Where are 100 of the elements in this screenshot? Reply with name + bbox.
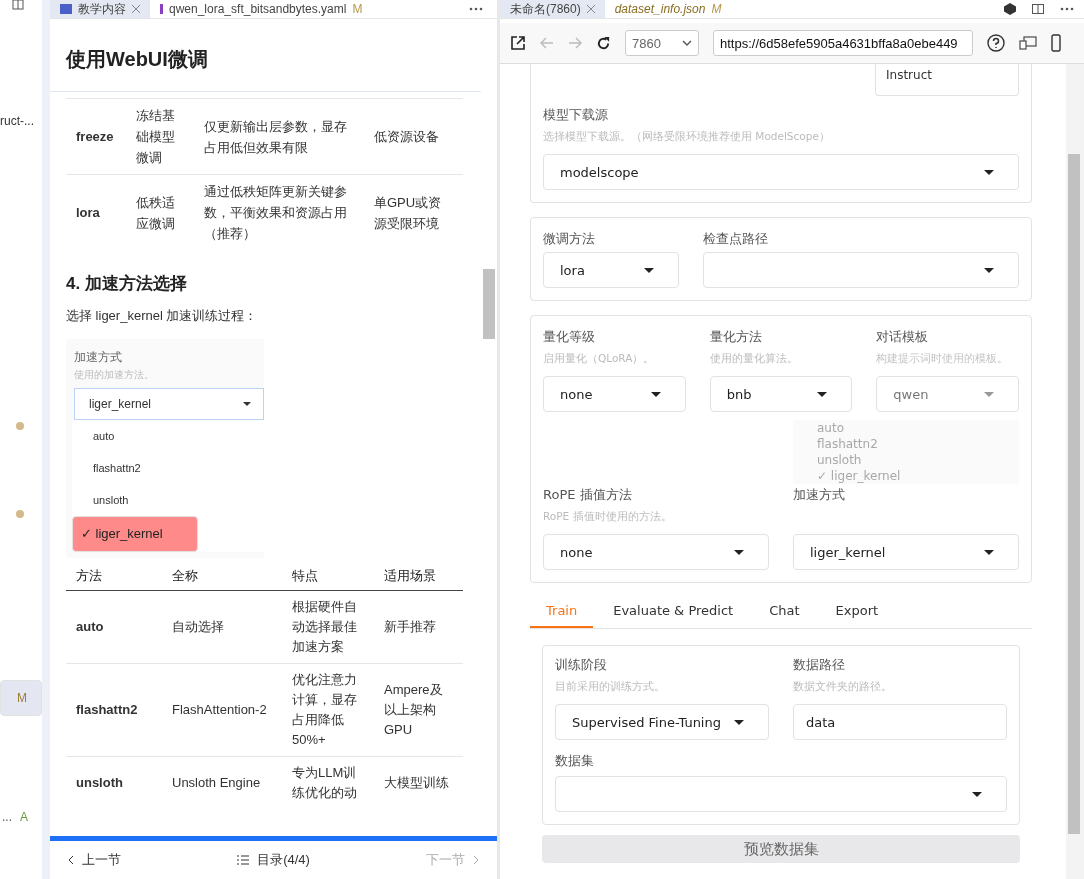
- table-cell: 专为LLM训练优化的动: [282, 756, 374, 809]
- dropdown-option[interactable]: ✓ liger_kernel: [72, 516, 198, 552]
- dropdown[interactable]: liger_kernel: [793, 534, 1019, 570]
- close-icon[interactable]: [132, 5, 140, 13]
- table-cell: 大模型训练: [374, 756, 463, 809]
- caret-icon: [734, 719, 744, 725]
- table-cell: flashattn2: [66, 663, 162, 757]
- dropdown[interactable]: none: [543, 534, 769, 570]
- phone-icon[interactable]: [1051, 34, 1061, 52]
- caret-icon: [984, 391, 994, 397]
- column-header: 方法: [66, 562, 162, 591]
- field-label: 加速方式: [74, 349, 123, 366]
- table-cell: 根据硬件自动选择最佳加速方案: [282, 590, 374, 664]
- file-name: ...: [1, 810, 12, 824]
- scrollbar-thumb[interactable]: [1068, 154, 1080, 834]
- caret-icon: [972, 791, 982, 797]
- field-hint: 目前采用的训练方式。: [555, 679, 666, 694]
- dropdown-option[interactable]: flashattn2: [72, 452, 264, 484]
- caret-icon: [984, 169, 994, 175]
- contents-link[interactable]: 目录(4/4): [237, 851, 310, 869]
- caret-icon: [984, 267, 994, 273]
- table-cell: unsloth: [66, 756, 162, 809]
- field-label: 加速方式: [793, 486, 846, 504]
- dropdown-option[interactable]: auto: [72, 420, 264, 452]
- open-external-icon[interactable]: [510, 35, 526, 51]
- dropdown[interactable]: none: [543, 376, 686, 412]
- port-select[interactable]: 7860: [625, 30, 699, 56]
- help-icon[interactable]: [987, 34, 1005, 52]
- column-header: 适用场景: [374, 562, 463, 591]
- list-icon: [237, 855, 250, 865]
- refresh-icon[interactable]: [596, 35, 611, 51]
- column-header: 全称: [162, 562, 282, 591]
- more-icon[interactable]: [469, 7, 483, 11]
- table-cell: 自动选择: [162, 590, 282, 664]
- table-cell: 仅更新输出层参数，显存占用低但效果有限: [194, 98, 364, 175]
- chevron-down-icon: [682, 40, 692, 46]
- text-field[interactable]: Instruct: [875, 64, 1019, 96]
- preview-dataset-button[interactable]: 预览数据集: [542, 835, 1020, 863]
- caret-icon: [734, 549, 744, 555]
- tab[interactable]: Export: [819, 597, 895, 628]
- caret-icon: [817, 391, 828, 397]
- table-cell: 新手推荐: [374, 590, 463, 664]
- split-icon[interactable]: [12, 0, 24, 10]
- table-cell: 通过低秩矩阵更新关键参数，平衡效果和资源占用（推荐）: [194, 174, 364, 250]
- caret-icon: [644, 267, 654, 273]
- table-cell: FlashAttention-2: [162, 663, 282, 757]
- editor-tab[interactable]: 未命名(7860): [500, 0, 605, 18]
- dropdown[interactable]: qwen: [876, 376, 1019, 412]
- split-editor-icon[interactable]: [1032, 4, 1044, 14]
- dropdown-option[interactable]: unsloth: [72, 484, 264, 516]
- page-title: 使用WebUI微调: [66, 46, 208, 72]
- dropdown[interactable]: lora: [543, 252, 679, 288]
- scrollbar-thumb[interactable]: [483, 269, 495, 339]
- git-status-label: A: [20, 810, 28, 824]
- table-cell: 优化注意力计算，显存占用降低50%+: [282, 663, 374, 757]
- editor-tab[interactable]: 教学内容: [50, 0, 150, 18]
- field-label: 模型下载源: [543, 106, 609, 124]
- field-label: 量化等级: [543, 328, 596, 346]
- close-icon[interactable]: [586, 5, 595, 13]
- caret-icon: [650, 391, 661, 397]
- tab[interactable]: Evaluate & Predict: [597, 597, 750, 628]
- field-label: 检查点路径: [703, 230, 769, 248]
- more-icon[interactable]: [1060, 7, 1074, 11]
- editor-tab[interactable]: dataset_info.json M: [604, 0, 732, 18]
- url-field[interactable]: https://6d58efe5905a4631bffa8a0ebe449: [713, 30, 973, 56]
- file-name[interactable]: ruct-...: [0, 114, 34, 128]
- table-cell: 单GPU或资源受限环境: [364, 174, 463, 250]
- field-label: 数据集: [555, 752, 595, 770]
- field-hint: RoPE 插值时使用的方法。: [543, 509, 673, 524]
- field-hint: 选择模型下载源。（网络受限环境推荐使用 ModelScope）: [543, 129, 831, 144]
- table-cell: auto: [66, 590, 162, 664]
- dropdown[interactable]: bnb: [709, 376, 853, 412]
- dropdown[interactable]: modelscope: [543, 154, 1019, 190]
- editor-tab[interactable]: qwen_lora_sft_bitsandbytes.yaml M: [150, 0, 373, 18]
- chevron-left-icon: [68, 855, 74, 865]
- field-hint: 使用的量化算法。: [709, 351, 799, 366]
- table-cell: 冻结基础模型微调: [126, 98, 194, 175]
- table-cell: lora: [66, 174, 126, 250]
- table-cell: 低秩适应微调: [126, 174, 194, 250]
- devices-icon[interactable]: [1019, 36, 1037, 50]
- previous-link[interactable]: 上一节: [68, 851, 121, 869]
- table-cell: 低资源设备: [364, 98, 463, 175]
- paragraph: 选择 liger_kernel 加速训练过程：: [66, 307, 259, 325]
- dropdown[interactable]: liger_kernel: [74, 388, 264, 420]
- field-label: 微调方法: [543, 230, 596, 248]
- table-cell: Unsloth Engine: [162, 756, 282, 809]
- field-label: 量化方法: [709, 328, 763, 346]
- table-cell: Ampere及以上架构GPU: [374, 663, 463, 757]
- field-label: 对话模板: [876, 328, 930, 346]
- caret-icon: [984, 549, 994, 555]
- field-label: RoPE 插值方法: [543, 486, 633, 504]
- column-header: 特点: [282, 562, 374, 591]
- tab[interactable]: Chat: [753, 597, 816, 628]
- dropdown[interactable]: Supervised Fine-Tuning: [555, 704, 769, 740]
- field-label: 训练阶段: [555, 656, 608, 674]
- field-hint: 启用量化（QLoRA）。: [543, 351, 656, 366]
- chevron-right-icon: [473, 855, 479, 865]
- text-field[interactable]: data: [793, 704, 1007, 740]
- file-row[interactable]: ... A: [0, 806, 42, 828]
- field-hint: 数据文件夹的路径。: [793, 679, 893, 694]
